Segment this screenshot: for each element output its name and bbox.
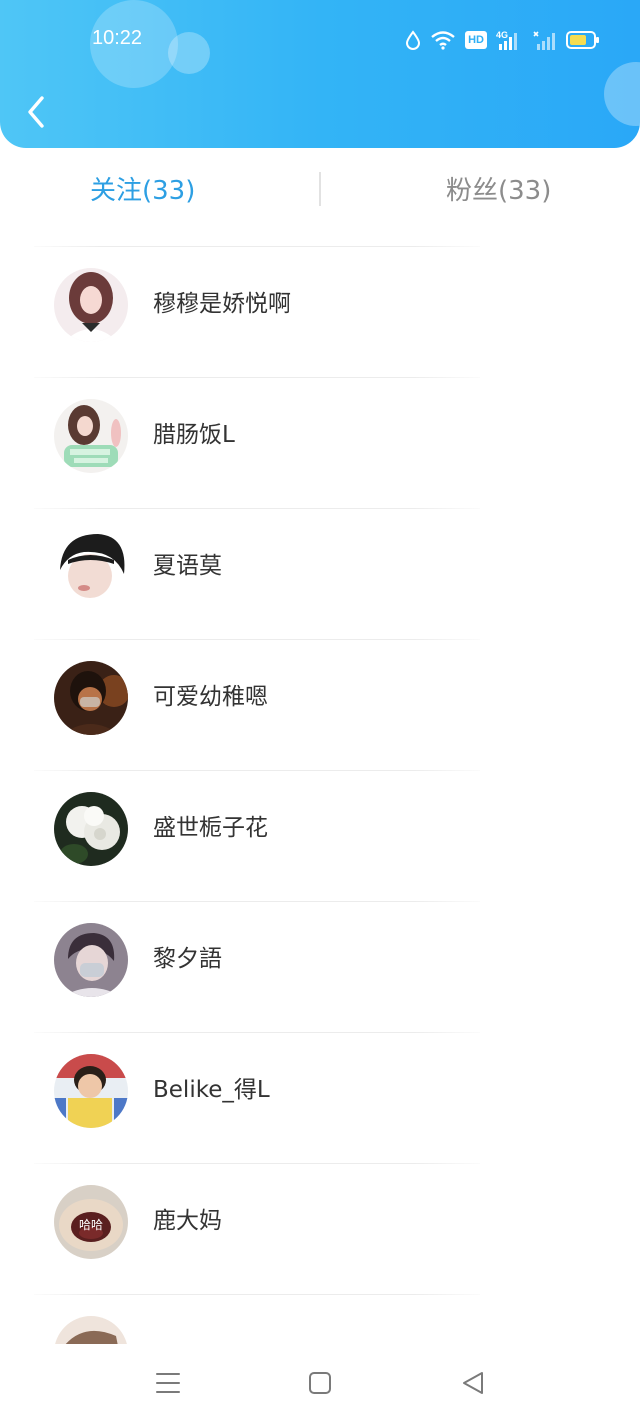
hd-label: HD [468,34,484,46]
avatar-caption: 哈哈 [78,1218,103,1232]
avatar[interactable] [54,661,128,735]
chevron-left-icon [28,96,44,128]
avatar[interactable] [54,792,128,866]
list-item[interactable]: 可爱幼稚嗯 [0,639,640,770]
avatar[interactable] [54,1054,128,1128]
battery-icon [566,31,599,49]
wifi-icon [431,31,455,50]
list-item[interactable]: 哈哈 鹿大妈 [0,1163,640,1294]
user-list: 穆穆是娇悦啊 腊肠饭L 夏语莫 可爱幼稚嗯 盛世栀子花 黎夕語 Belike_得… [0,246,640,1344]
list-divider [34,1163,480,1164]
system-nav-bar [0,1344,640,1422]
list-item[interactable]: 盛世栀子花 [0,770,640,901]
signal-icon [533,31,555,50]
water-drop-icon [406,30,421,50]
list-divider [34,1032,480,1033]
tab-bar: 关注(33) 粉丝(33) [0,150,640,234]
hd-icon: HD [465,31,487,49]
header-bubble-decoration [168,32,210,74]
menu-icon [156,1373,180,1393]
header: 10:22 HD 4G [0,0,640,148]
list-item[interactable]: Belike_得L [0,1032,640,1163]
list-item[interactable]: 夏语莫 [0,508,640,639]
list-divider [34,377,480,378]
user-name: 穆穆是娇悦啊 [153,291,291,317]
list-divider [34,246,480,247]
list-divider [34,901,480,902]
avatar[interactable] [54,923,128,997]
user-name: 夏语莫 [153,553,222,579]
list-item[interactable] [0,1294,640,1344]
menu-button[interactable] [153,1370,183,1396]
tab-divider [319,172,321,206]
status-time: 10:22 [92,27,143,49]
tab-following[interactable]: 关注(33) [90,174,195,208]
back-triangle-icon [463,1372,483,1394]
status-icons: HD 4G [405,26,600,54]
avatar[interactable]: 哈哈 [54,1185,128,1259]
avatar[interactable] [54,1316,128,1344]
home-button[interactable] [305,1370,335,1396]
avatar[interactable] [54,530,128,604]
list-divider [34,639,480,640]
list-divider [34,770,480,771]
back-button[interactable] [22,92,54,132]
avatar[interactable] [54,399,128,473]
signal-4g-icon: 4G [496,30,517,50]
svg-text:4G: 4G [496,30,508,40]
header-bubble-decoration [604,62,640,126]
home-square-icon [309,1372,331,1394]
user-name: 可爱幼稚嗯 [153,684,268,710]
tab-followers[interactable]: 粉丝(33) [446,174,551,208]
avatar[interactable] [54,268,128,342]
user-name: Belike_得L [153,1077,270,1103]
list-item[interactable]: 穆穆是娇悦啊 [0,246,640,377]
back-nav-button[interactable] [458,1370,488,1396]
user-name: 腊肠饭L [153,422,235,448]
list-item[interactable]: 腊肠饭L [0,377,640,508]
user-name: 盛世栀子花 [153,815,268,841]
list-divider [34,508,480,509]
user-name: 黎夕語 [153,946,222,972]
list-divider [34,1294,480,1295]
user-name: 鹿大妈 [153,1208,222,1234]
list-item[interactable]: 黎夕語 [0,901,640,1032]
